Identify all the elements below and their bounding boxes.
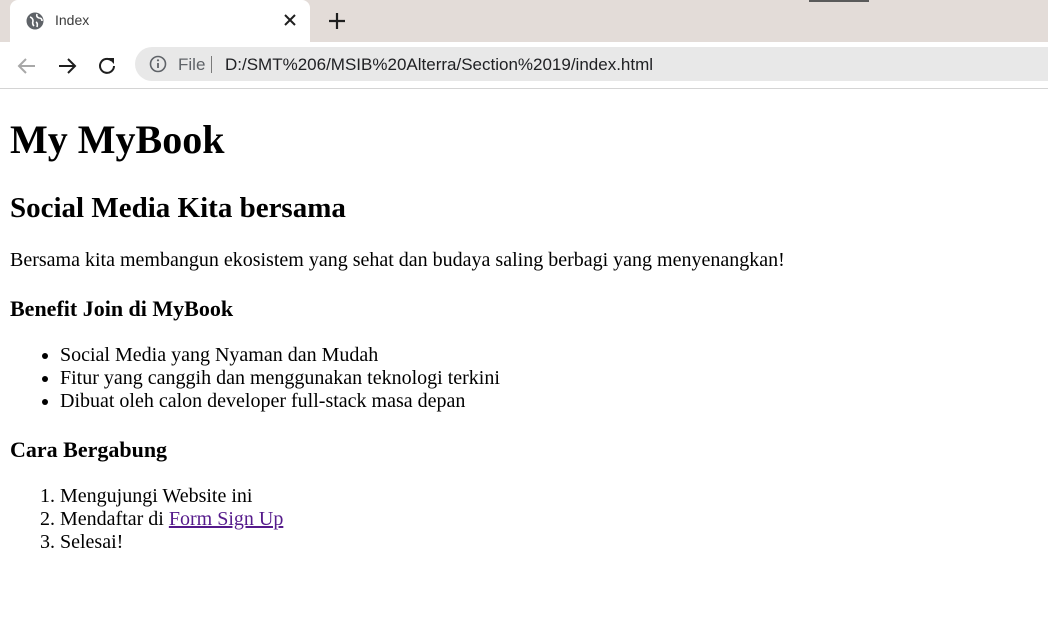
- forward-arrow-icon[interactable]: [56, 55, 78, 77]
- list-item: Selesai!: [60, 531, 1038, 554]
- benefit-list: Social Media yang Nyaman dan Mudah Fitur…: [10, 344, 1038, 413]
- info-icon[interactable]: [149, 55, 167, 73]
- page-subtitle: Social Media Kita bersama: [10, 192, 346, 224]
- browser-tab[interactable]: Index: [10, 0, 310, 42]
- list-item: Fitur yang canggih dan menggunakan tekno…: [60, 367, 1038, 390]
- intro-paragraph: Bersama kita membangun ekosistem yang se…: [10, 249, 785, 271]
- address-bar[interactable]: File D:/SMT%206/MSIB%20Alterra/Section%2…: [135, 47, 1048, 81]
- list-item: Mendaftar di Form Sign Up: [60, 508, 1038, 531]
- signup-form-link[interactable]: Form Sign Up: [169, 508, 283, 530]
- benefit-heading: Benefit Join di MyBook: [10, 296, 234, 321]
- reload-icon[interactable]: [96, 55, 118, 77]
- page-title: My MyBook: [10, 117, 225, 162]
- list-item: Mengujungi Website ini: [60, 485, 1038, 508]
- address-scheme: File: [178, 55, 206, 74]
- address-url[interactable]: D:/SMT%206/MSIB%20Alterra/Section%2019/i…: [225, 55, 653, 75]
- list-item: Social Media yang Nyaman dan Mudah: [60, 344, 1038, 367]
- new-tab-icon[interactable]: [327, 11, 347, 31]
- back-arrow-icon[interactable]: [16, 55, 38, 77]
- browser-toolbar: File D:/SMT%206/MSIB%20Alterra/Section%2…: [0, 42, 1048, 89]
- window-control-edge: [809, 0, 869, 2]
- close-tab-icon[interactable]: [282, 12, 298, 28]
- steps-list: Mengujungi Website ini Mendaftar di Form…: [10, 485, 1038, 554]
- globe-icon: [26, 12, 44, 30]
- join-heading: Cara Bergabung: [10, 437, 168, 462]
- tab-title: Index: [55, 12, 90, 28]
- step-text: Mendaftar di: [60, 508, 169, 530]
- tab-strip: Index: [0, 0, 1048, 42]
- address-separator: [211, 56, 212, 73]
- list-item: Dibuat oleh calon developer full-stack m…: [60, 390, 1038, 413]
- page-content: My MyBook Social Media Kita bersama Bers…: [0, 117, 1048, 554]
